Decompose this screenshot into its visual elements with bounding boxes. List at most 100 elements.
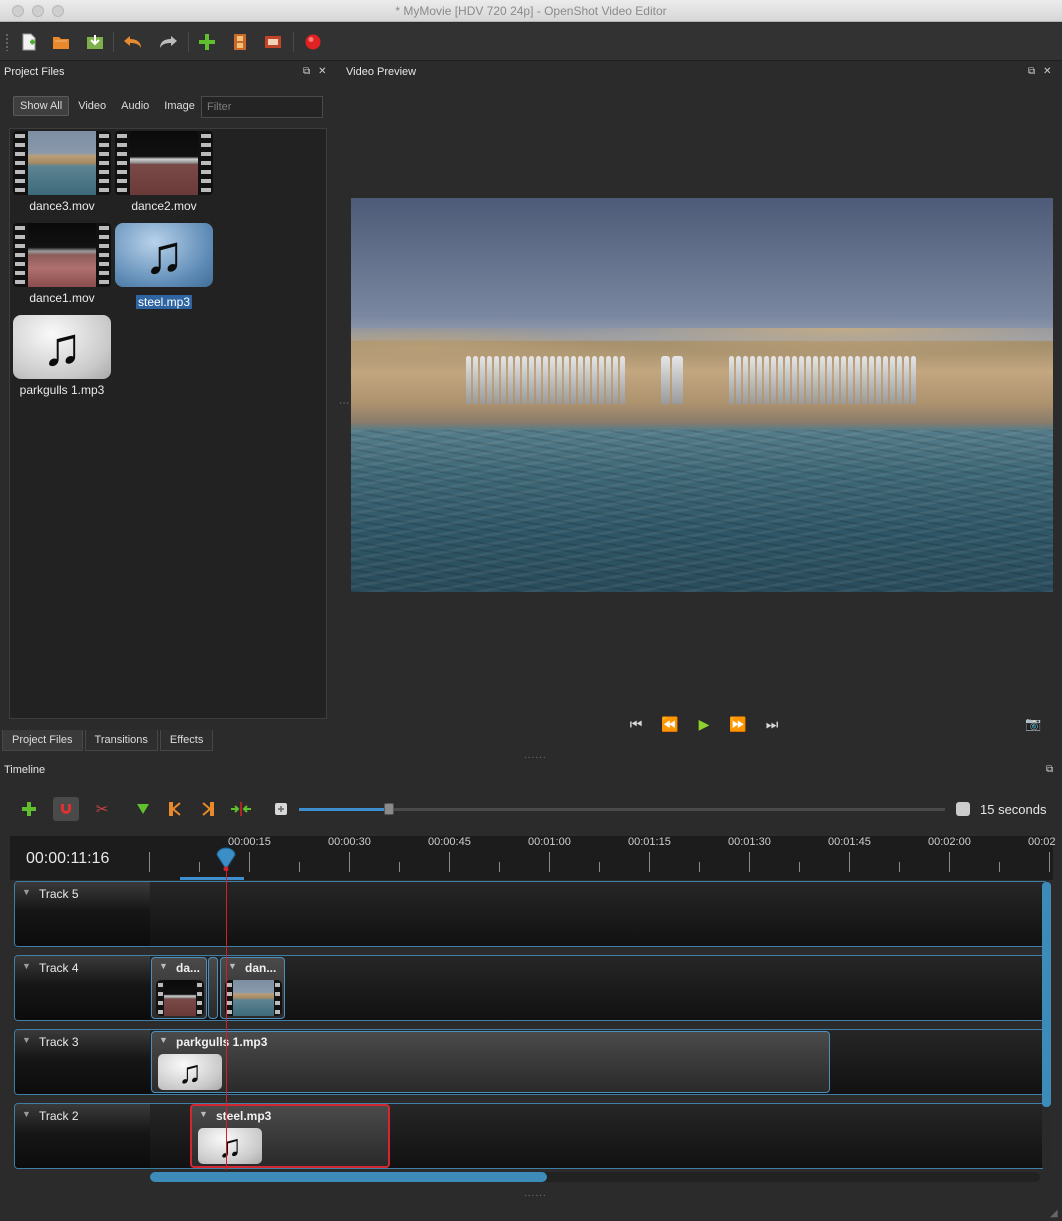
- timeline-clip-selected[interactable]: ▼ steel.mp3 ♫: [190, 1104, 390, 1168]
- track-5[interactable]: ▼ Track 5: [14, 881, 1048, 947]
- fullscreen-icon[interactable]: [262, 31, 284, 53]
- project-files-list[interactable]: dance3.mov dance2.mov dance1.mov ♫ steel…: [9, 128, 327, 719]
- file-name: parkgulls 1.mp3: [19, 383, 105, 397]
- clip-menu-icon[interactable]: ▼: [159, 961, 168, 971]
- add-marker-icon[interactable]: [130, 797, 156, 821]
- vertical-splitter[interactable]: ⋮: [338, 398, 349, 409]
- undo-icon[interactable]: [122, 31, 144, 53]
- main-toolbar: [0, 23, 1062, 61]
- tab-project-files[interactable]: Project Files: [2, 730, 83, 751]
- ruler-tick-label: 00:02:00: [928, 836, 971, 848]
- zoom-slider[interactable]: [299, 803, 945, 815]
- clip-thumbnail: [156, 980, 204, 1016]
- ruler-tick: [299, 862, 300, 872]
- track-header[interactable]: ▼ Track 2: [15, 1104, 150, 1168]
- horizontal-splitter[interactable]: ......: [524, 750, 547, 761]
- track-2[interactable]: ▼ Track 2 ▼ steel.mp3 ♫: [14, 1103, 1048, 1169]
- project-files-filter-tabs: Show All Video Audio Image: [13, 96, 201, 116]
- file-item-selected[interactable]: ♫ steel.mp3: [114, 223, 214, 309]
- clip-title: dan...: [245, 961, 277, 975]
- horizontal-scroll-thumb[interactable]: [150, 1172, 547, 1182]
- filter-video[interactable]: Video: [72, 97, 112, 115]
- ruler-tick: [999, 862, 1000, 872]
- ruler-tick: [349, 852, 350, 872]
- ruler-tick-label: 00:01:45: [828, 836, 871, 848]
- track-header[interactable]: ▼ Track 4: [15, 956, 150, 1020]
- tab-effects[interactable]: Effects: [159, 730, 214, 751]
- fast-forward-icon[interactable]: ⏩: [728, 716, 748, 733]
- clip-menu-icon[interactable]: ▼: [159, 1035, 168, 1045]
- clip-menu-icon[interactable]: ▼: [228, 961, 237, 971]
- file-item[interactable]: ♫ parkgulls 1.mp3: [12, 315, 112, 397]
- track-header[interactable]: ▼ Track 5: [15, 882, 150, 946]
- ruler-tick-label: 00:00:45: [428, 836, 471, 848]
- previous-marker-icon[interactable]: [162, 797, 188, 821]
- clip-title: da...: [176, 961, 201, 975]
- music-note-icon: ♫: [218, 1128, 242, 1164]
- timeline-clip-small[interactable]: [208, 957, 218, 1019]
- float-dock-icon[interactable]: ⧉: [1028, 66, 1035, 77]
- filter-input[interactable]: Filter: [201, 96, 323, 118]
- zoom-fit-icon[interactable]: [268, 797, 294, 821]
- timeline-clip[interactable]: ▼ da...: [151, 957, 207, 1019]
- float-dock-icon[interactable]: ⧉: [1046, 764, 1053, 775]
- file-item[interactable]: dance2.mov: [114, 131, 214, 213]
- ruler-tick: [499, 862, 500, 872]
- save-project-icon[interactable]: [84, 31, 106, 53]
- track-menu-icon[interactable]: ▼: [22, 961, 31, 971]
- music-note-icon: ♫: [41, 317, 83, 377]
- timeline-clip[interactable]: ▼ dan...: [220, 957, 285, 1019]
- filter-image[interactable]: Image: [158, 97, 201, 115]
- bottom-splitter[interactable]: ......: [524, 1188, 547, 1199]
- ruler-tick: [599, 862, 600, 872]
- next-marker-icon[interactable]: [195, 797, 221, 821]
- ruler-tick: [149, 852, 150, 872]
- razor-tool-icon[interactable]: ✂: [89, 797, 115, 821]
- add-track-icon[interactable]: [16, 797, 42, 821]
- float-dock-icon[interactable]: ⧉: [303, 66, 310, 77]
- track-name: Track 5: [39, 887, 79, 901]
- jump-start-icon[interactable]: ⏮: [626, 716, 646, 733]
- close-dock-icon[interactable]: ✕: [318, 66, 326, 77]
- camera-icon[interactable]: 📷: [1025, 716, 1041, 732]
- playhead-marker[interactable]: [215, 847, 237, 871]
- filter-audio[interactable]: Audio: [115, 97, 155, 115]
- vertical-scroll-thumb[interactable]: [1042, 882, 1051, 1107]
- track-4[interactable]: ▼ Track 4 ▼ da... ▼ dan...: [14, 955, 1048, 1021]
- resize-grip-icon[interactable]: ◢: [1050, 1208, 1059, 1219]
- timeline-vertical-scrollbar[interactable]: [1042, 882, 1051, 1170]
- export-video-icon[interactable]: [302, 31, 324, 53]
- track-menu-icon[interactable]: ▼: [22, 1035, 31, 1045]
- video-thumbnail: [115, 131, 213, 195]
- clip-title: parkgulls 1.mp3: [176, 1035, 268, 1049]
- track-3[interactable]: ▼ Track 3 ▼ parkgulls 1.mp3 ♫: [14, 1029, 1048, 1095]
- timeline-horizontal-scrollbar[interactable]: [150, 1172, 1040, 1182]
- play-icon[interactable]: ▶: [694, 716, 714, 733]
- ruler-tick: [549, 852, 550, 872]
- open-project-icon[interactable]: [50, 31, 72, 53]
- close-dock-icon[interactable]: ✕: [1043, 66, 1051, 77]
- toolbar-grip[interactable]: [5, 33, 9, 51]
- file-item[interactable]: dance1.mov: [12, 223, 112, 305]
- import-files-icon[interactable]: [196, 31, 218, 53]
- redo-icon[interactable]: [157, 31, 179, 53]
- tab-transitions[interactable]: Transitions: [84, 730, 158, 751]
- file-item[interactable]: dance3.mov: [12, 131, 112, 213]
- rewind-icon[interactable]: ⏪: [660, 716, 680, 733]
- choose-profile-icon[interactable]: [229, 31, 251, 53]
- snap-magnet-icon[interactable]: [53, 797, 79, 821]
- jump-end-icon[interactable]: ⏭: [762, 716, 782, 733]
- track-menu-icon[interactable]: ▼: [22, 887, 31, 897]
- ruler-tick-label: 00:01:30: [728, 836, 771, 848]
- ruler-tick: [799, 862, 800, 872]
- video-preview-frame[interactable]: [351, 198, 1053, 592]
- track-menu-icon[interactable]: ▼: [22, 1109, 31, 1119]
- clip-menu-icon[interactable]: ▼: [199, 1109, 208, 1119]
- new-project-icon[interactable]: [18, 31, 40, 53]
- file-name: steel.mp3: [135, 295, 193, 309]
- track-header[interactable]: ▼ Track 3: [15, 1030, 150, 1094]
- filter-show-all[interactable]: Show All: [13, 96, 70, 116]
- zoom-slider-handle[interactable]: [384, 803, 395, 815]
- timeline-clip[interactable]: ▼ parkgulls 1.mp3 ♫: [151, 1031, 830, 1093]
- center-playhead-icon[interactable]: [228, 797, 254, 821]
